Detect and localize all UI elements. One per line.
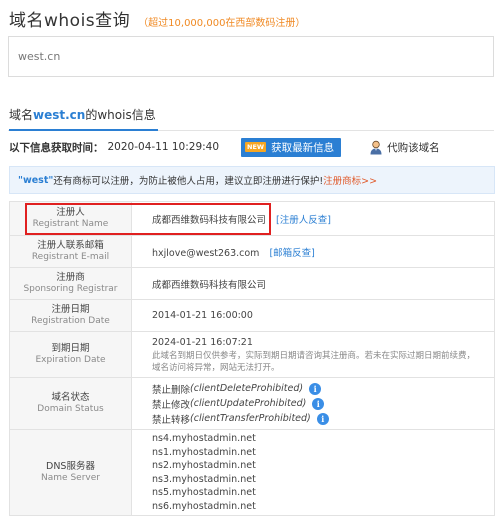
key-en: Registrant Name: [32, 218, 109, 229]
register-trademark-link[interactable]: 注册商标>>: [323, 173, 377, 187]
row-value: 2024-01-21 16:07:21 此域名到期日仅供参考，实际到期日期请咨询…: [131, 331, 495, 378]
status-cn: 禁止转移: [152, 414, 191, 426]
row-key: 注册人联系邮箱 Registrant E-mail: [9, 235, 132, 268]
status-item: 禁止修改 (clientUpdateProhibited) i: [152, 396, 494, 411]
name-server: ns4.myhostadmin.net: [152, 433, 256, 444]
key-en: Registrant E-mail: [31, 251, 110, 262]
row-key: 到期日期 Expiration Date: [9, 331, 132, 378]
row-value: 2014-01-21 16:00:00: [131, 299, 495, 332]
name-server: ns6.myhostadmin.net: [152, 500, 256, 512]
registration-date: 2014-01-21 16:00:00: [152, 310, 253, 321]
whois-table: 注册人 Registrant Name 成都西维数码科技有限公司 [注册人反查] …: [9, 201, 495, 516]
refresh-button[interactable]: NEW 获取最新信息: [241, 137, 342, 157]
key-cn: DNS服务器: [46, 460, 95, 472]
row-domain-status: 域名状态 Domain Status 禁止删除 (clientDeleteProh…: [9, 377, 495, 430]
key-cn: 注册商: [56, 271, 85, 283]
key-cn: 注册人联系邮箱: [37, 239, 104, 251]
search-input[interactable]: west.cn: [8, 36, 494, 77]
row-expiration-date: 到期日期 Expiration Date 2024-01-21 16:07:21…: [9, 331, 495, 378]
row-key: 注册商 Sponsoring Registrar: [9, 267, 132, 300]
key-cn: 注册人: [56, 206, 85, 218]
info-bar: 以下信息获取时间： 2020-04-11 10:29:40 NEW 获取最新信息…: [9, 137, 495, 157]
page-subtitle: （超过10,000,000在西部数码注册）: [138, 18, 306, 29]
name-server: ns2.myhostadmin.net: [152, 460, 256, 471]
status-cn: 禁止删除: [152, 384, 191, 396]
row-value: 成都西维数码科技有限公司: [131, 267, 495, 300]
row-dns: DNS服务器 Name Server ns4.myhostadmin.net n…: [9, 429, 495, 516]
status-item: 禁止删除 (clientDeleteProhibited) i: [152, 381, 494, 396]
trademark-notice: "west" 还有商标可以注册，为防止被他人占用，建议立即注册进行保护! 注册商…: [9, 166, 495, 194]
expiration-date: 2024-01-21 16:07:21: [152, 336, 253, 348]
registrant-lookup-link[interactable]: [注册人反查]: [276, 215, 331, 226]
notice-text: 还有商标可以注册，为防止被他人占用，建议立即注册进行保护!: [53, 176, 324, 187]
row-key: 注册人 Registrant Name: [9, 201, 132, 236]
row-key: 域名状态 Domain Status: [9, 377, 132, 430]
row-value: 成都西维数码科技有限公司 [注册人反查]: [131, 201, 495, 236]
tab-suffix: 的whois信息: [85, 108, 156, 122]
buy-domain-label: 代购该域名: [387, 141, 440, 154]
page-header: 域名whois查询 （超过10,000,000在西部数码注册）: [9, 6, 305, 31]
status-cn: 禁止修改: [152, 399, 191, 411]
key-en: Registration Date: [31, 315, 110, 326]
info-icon[interactable]: i: [312, 397, 325, 410]
email-lookup-link[interactable]: [邮箱反查]: [269, 248, 314, 259]
registrant-name: 成都西维数码科技有限公司: [152, 214, 267, 226]
info-icon[interactable]: i: [309, 382, 322, 395]
row-value: hxjlove@west263.com [邮箱反查]: [131, 235, 495, 268]
row-value: ns4.myhostadmin.net ns1.myhostadmin.net …: [131, 429, 495, 516]
status-code: (clientDeleteProhibited): [190, 383, 304, 394]
name-server: ns1.myhostadmin.net: [152, 446, 256, 458]
key-cn: 域名状态: [51, 391, 90, 403]
status-code: (clientTransferProhibited): [190, 413, 311, 424]
notice-keyword: "west": [18, 174, 54, 186]
key-en: Domain Status: [37, 403, 104, 414]
name-server: ns5.myhostadmin.net: [152, 487, 256, 498]
info-icon[interactable]: i: [316, 412, 329, 425]
search-input-value: west.cn: [18, 50, 61, 63]
buy-domain-link[interactable]: 代购该域名: [369, 140, 440, 155]
key-en: Name Server: [41, 472, 100, 483]
status-item: 禁止转移 (clientTransferProhibited) i: [152, 411, 494, 426]
expiration-note-2: 域名访问将异常，网站无法打开。: [152, 362, 280, 373]
name-server: ns3.myhostadmin.net: [152, 473, 256, 485]
page-title: 域名whois查询: [9, 11, 131, 31]
registrant-email: hxjlove@west263.com: [152, 247, 260, 259]
key-en: Sponsoring Registrar: [23, 283, 118, 294]
registrar-name: 成都西维数码科技有限公司: [152, 279, 267, 291]
tab-whois-info[interactable]: 域名west.cn的whois信息: [9, 106, 158, 131]
expiration-note-1: 此域名到期日仅供参考，实际到期日期请咨询其注册商。若未在实际过期日期前续费，: [152, 350, 476, 361]
row-value: 禁止删除 (clientDeleteProhibited) i 禁止修改 (clien…: [131, 377, 495, 430]
refresh-button-label: 获取最新信息: [271, 141, 335, 154]
row-registrant: 注册人 Registrant Name 成都西维数码科技有限公司 [注册人反查]: [9, 201, 495, 236]
row-registration-date: 注册日期 Registration Date 2014-01-21 16:00:…: [9, 299, 495, 332]
tab-domain: west.cn: [33, 108, 86, 122]
key-en: Expiration Date: [35, 354, 106, 365]
row-key: DNS服务器 Name Server: [9, 429, 132, 516]
person-icon: [370, 140, 382, 154]
new-badge: NEW: [245, 142, 267, 152]
status-code: (clientUpdateProhibited): [190, 398, 307, 409]
fetch-time-label: 以下信息获取时间：: [9, 141, 104, 154]
row-key: 注册日期 Registration Date: [9, 299, 132, 332]
key-cn: 到期日期: [51, 342, 90, 354]
fetch-timestamp: 2020-04-11 10:29:40: [107, 141, 220, 153]
row-email: 注册人联系邮箱 Registrant E-mail hxjlove@west26…: [9, 235, 495, 268]
tab-prefix: 域名: [9, 108, 34, 122]
tab-bar: 域名west.cn的whois信息: [8, 106, 494, 131]
row-registrar: 注册商 Sponsoring Registrar 成都西维数码科技有限公司: [9, 267, 495, 300]
key-cn: 注册日期: [51, 303, 90, 315]
